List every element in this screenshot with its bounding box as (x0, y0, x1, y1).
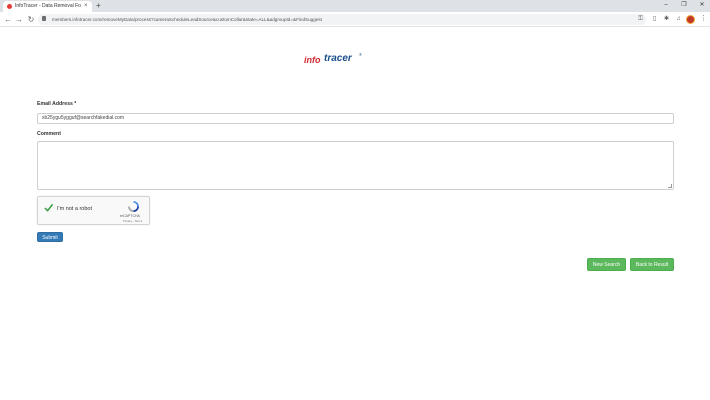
minimize-icon[interactable]: – (660, 0, 672, 11)
recaptcha-logo-icon (128, 201, 139, 212)
extension-icon[interactable]: ✱ (663, 15, 670, 23)
email-label: Email Address * (37, 101, 77, 107)
close-window-icon[interactable]: ✕ (696, 0, 708, 11)
recaptcha-brand: reCAPTCHA (120, 214, 140, 218)
back-to-result-button[interactable]: Back to Result (630, 258, 674, 271)
new-tab-icon[interactable]: + (96, 1, 101, 11)
logo-info-text: info (304, 55, 321, 65)
url-text: members.infotracer.com/removeMyData/proc… (52, 17, 322, 22)
browser-toolbar: ← → ↻ members.infotracer.com/removeMyDat… (0, 12, 710, 27)
resize-handle-icon[interactable] (668, 184, 672, 188)
logo-tracer-text: tracer (324, 53, 352, 64)
back-arrow-icon[interactable]: ← (3, 14, 13, 25)
logo-trademark: ® (359, 52, 362, 57)
browser-menu-icon[interactable]: ⋮ (700, 14, 707, 24)
recaptcha-widget: I'm not a robot reCAPTCHA Privacy - Term… (37, 196, 150, 225)
browser-tabstrip: InfoTracer - Data Removal Form × + – ❐ ✕ (0, 0, 710, 12)
key-icon[interactable]: ⚿ (637, 15, 644, 23)
email-field[interactable]: xb25ygu5ygguf@searchfakedial.com (37, 113, 674, 124)
profile-avatar[interactable] (686, 15, 695, 24)
new-search-button[interactable]: New Search (587, 258, 626, 271)
lock-icon (42, 16, 46, 21)
submit-button[interactable]: Submit (37, 232, 63, 242)
tab-title: InfoTracer - Data Removal Form (15, 3, 81, 9)
close-tab-icon[interactable]: × (84, 1, 88, 11)
comment-label: Comment (37, 131, 61, 137)
checkmark-icon[interactable] (44, 203, 53, 212)
recaptcha-terms-link[interactable]: Privacy - Terms (123, 219, 142, 223)
infotracer-logo[interactable]: info tracer ® (304, 50, 364, 68)
media-icon[interactable]: ♫ (675, 15, 682, 23)
maximize-icon[interactable]: ❐ (678, 0, 690, 11)
page-icon[interactable]: ▯ (651, 15, 658, 23)
captcha-label: I'm not a robot (57, 206, 92, 212)
site-favicon-icon (7, 4, 12, 9)
comment-textarea[interactable] (37, 141, 674, 190)
browser-tab[interactable]: InfoTracer - Data Removal Form × (3, 1, 92, 12)
address-bar[interactable]: members.infotracer.com/removeMyData/proc… (38, 14, 646, 25)
reload-icon[interactable]: ↻ (26, 14, 36, 25)
forward-arrow-icon[interactable]: → (14, 14, 24, 25)
